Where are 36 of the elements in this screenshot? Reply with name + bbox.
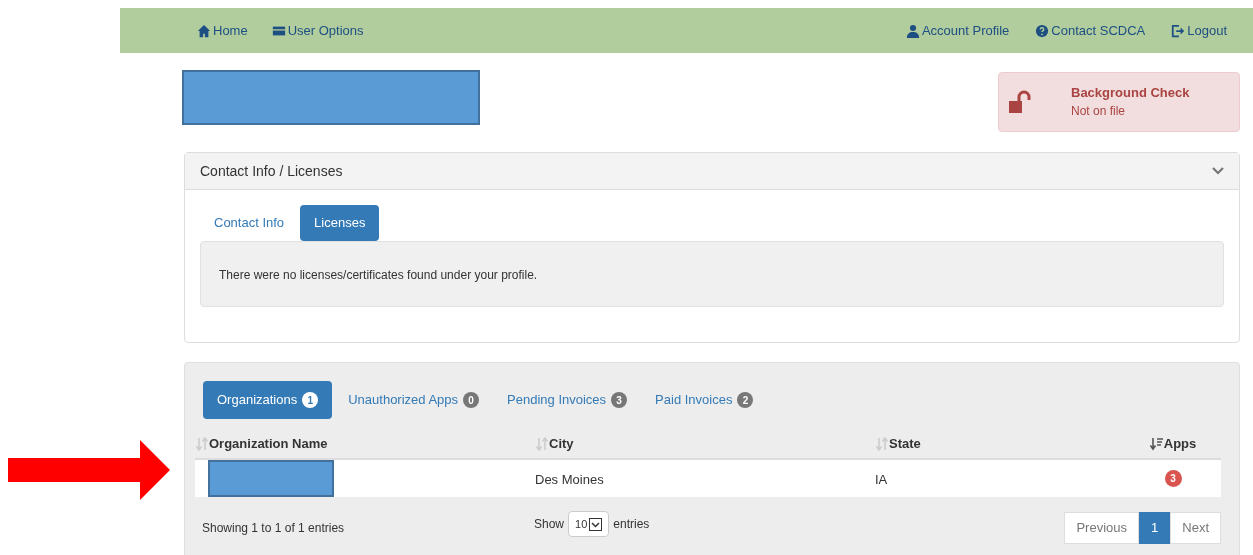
nav-link[interactable]: User Options: [271, 20, 364, 41]
nav-link[interactable]: Home: [197, 20, 248, 41]
column-header[interactable]: Apps: [1125, 434, 1221, 454]
panel-tab[interactable]: Organizations 1: [203, 381, 333, 419]
panel-tab[interactable]: Paid Invoices 2: [643, 381, 766, 419]
no-licenses-message: There were no licenses/certificates found under your profile.: [219, 268, 538, 282]
entries-info: Showing 1 to 1 of 1 entries: [202, 520, 346, 537]
entries-label: entries: [613, 516, 650, 533]
nav-link[interactable]: Logout: [1171, 20, 1227, 41]
table-cell: Des Moines: [535, 471, 604, 487]
nav-link[interactable]: Account Profile: [905, 20, 1010, 41]
user-icon: [905, 23, 920, 38]
chevron-down-icon[interactable]: [1212, 167, 1224, 175]
dropdown-icon: [589, 517, 603, 531]
alert-title: Background Check: [1071, 84, 1190, 102]
panel-title: Contact Info / Licenses: [200, 161, 343, 181]
panel-tab[interactable]: Unauthorized Apps 0: [336, 381, 492, 419]
logout-icon: [1171, 23, 1186, 38]
pagination-button[interactable]: Next: [1170, 512, 1221, 544]
page-length-select[interactable]: 10: [568, 511, 610, 537]
apps-count-badge: 3: [1164, 470, 1182, 487]
show-label: Show: [534, 516, 565, 533]
column-header[interactable]: City: [535, 434, 875, 454]
pagination-button[interactable]: Previous: [1064, 512, 1140, 544]
unlocked-padlock-icon: [1008, 90, 1034, 114]
pagination-button[interactable]: 1: [1139, 512, 1171, 544]
panel-tab[interactable]: Contact Info: [200, 205, 299, 241]
home-icon: [197, 23, 211, 38]
alert-status: Not on file: [1071, 103, 1127, 120]
nav-link[interactable]: Contact SCDCA: [1035, 20, 1146, 41]
panel-tab[interactable]: Licenses: [300, 205, 380, 241]
help-icon: [1035, 23, 1050, 38]
column-header[interactable]: State: [875, 434, 1125, 454]
column-header[interactable]: Organization Name: [195, 434, 535, 454]
table-cell: IA: [875, 471, 888, 487]
panel-tab[interactable]: Pending Invoices 3: [495, 381, 640, 419]
